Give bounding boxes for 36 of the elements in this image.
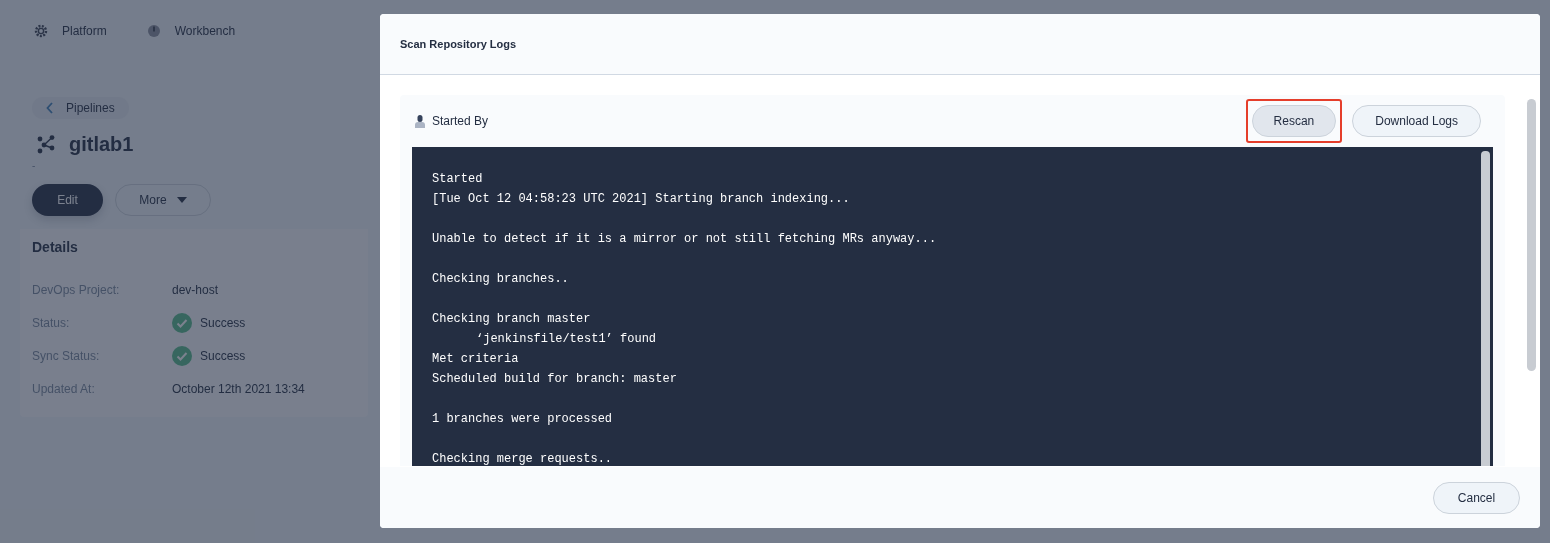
section-title: Details [32,239,79,255]
log-line: Met criteria [432,351,520,368]
log-line: Checking merge requests.. [432,451,614,466]
status-text: Success [200,348,246,363]
chevron-left-icon [46,102,54,114]
download-logs-button[interactable]: Download Logs [1352,105,1481,137]
user-icon [415,114,425,128]
cancel-button[interactable]: Cancel [1433,481,1520,514]
check-circle-icon [172,312,192,333]
check-circle-icon [172,345,192,366]
log-line: Checking branches.. [432,271,570,288]
status-text: Success [200,315,246,330]
edit-button[interactable]: Edit [32,184,103,216]
caret-down-icon [176,197,187,203]
description-text: - [32,160,37,173]
scrollbar[interactable] [1527,99,1536,371]
log-line: [Tue Oct 12 04:58:23 UTC 2021] Starting branch indexing... [432,191,851,208]
nav-link[interactable]: Platform [34,24,107,38]
pipeline-name: gitlab1 [69,133,134,156]
log-line: Scheduled build for branch: master [432,371,678,388]
log-line: 1 branches were processed [432,411,614,428]
pipeline-icon [37,134,55,155]
back-link[interactable]: Pipelines [32,97,129,119]
field-value: dev-host [172,282,219,297]
field-value: October 12th 2021 13:34 [172,381,305,396]
started-by-label: Started By [432,114,489,128]
log-line: Unable to detect if it is a mirror or not still fetching MRs anyway... [432,231,938,248]
gear-icon [34,24,48,38]
dial-icon [146,24,161,38]
scrollbar[interactable] [1481,151,1490,466]
nav-link[interactable]: Workbench [146,24,236,38]
log-line: Checking branch master [432,311,592,328]
log-line: Started [432,171,484,188]
rescan-button[interactable]: Rescan [1251,105,1337,137]
log-line: ‘jenkinsfile/test1’ found [475,331,658,348]
dialog-title: Scan Repository Logs [400,38,517,50]
